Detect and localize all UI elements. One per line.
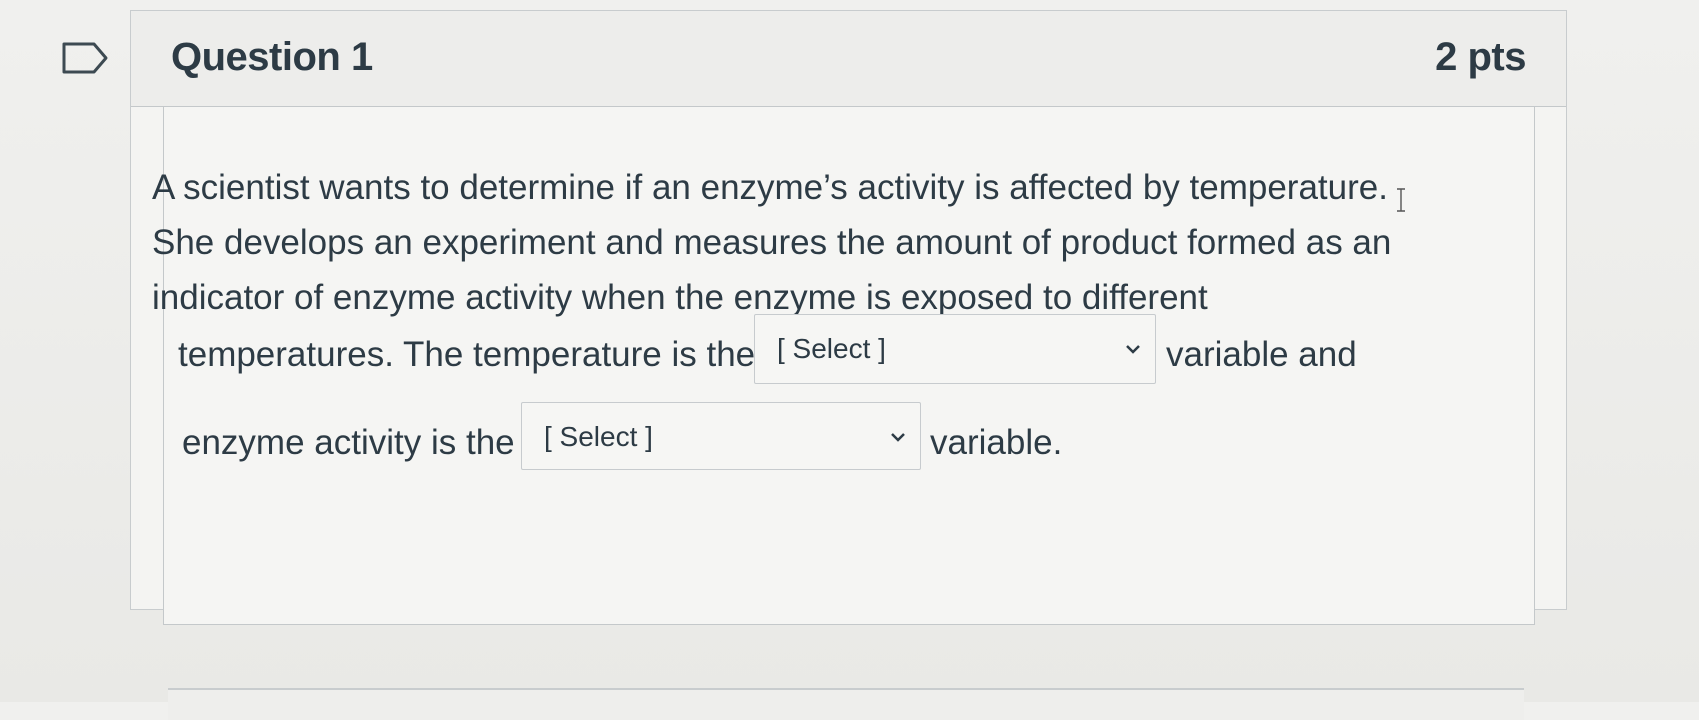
question-text-line-1: A scientist wants to determine if an enz… [152,168,1388,207]
question-text-line-4-end: variable and [1166,335,1357,374]
dropdown-second-variable[interactable]: [ Select ] [521,402,921,470]
question-text-line-4-start: temperatures. The temperature is the [178,335,756,374]
flag-question-icon[interactable] [62,42,108,74]
dropdown-first-variable[interactable]: [ Select ] [754,314,1156,384]
question-points: 2 pts [1435,35,1526,79]
dropdown-second-selected: [ Select ] [544,421,653,452]
question-header: Question 1 2 pts [131,11,1566,107]
chevron-down-icon [891,433,905,442]
question-title: Question 1 [171,35,373,79]
question-text: A scientist wants to determine if an enz… [152,160,1512,325]
chevron-down-icon [1126,345,1140,354]
dropdown-first-selected: [ Select ] [777,333,886,364]
question-text-line-2: She develops an experiment and measures … [152,223,1392,262]
next-question-card [168,688,1524,720]
question-text-line-5-start: enzyme activity is the [182,423,515,462]
question-text-line-5-end: variable. [930,423,1063,462]
text-cursor-icon [1397,188,1405,212]
